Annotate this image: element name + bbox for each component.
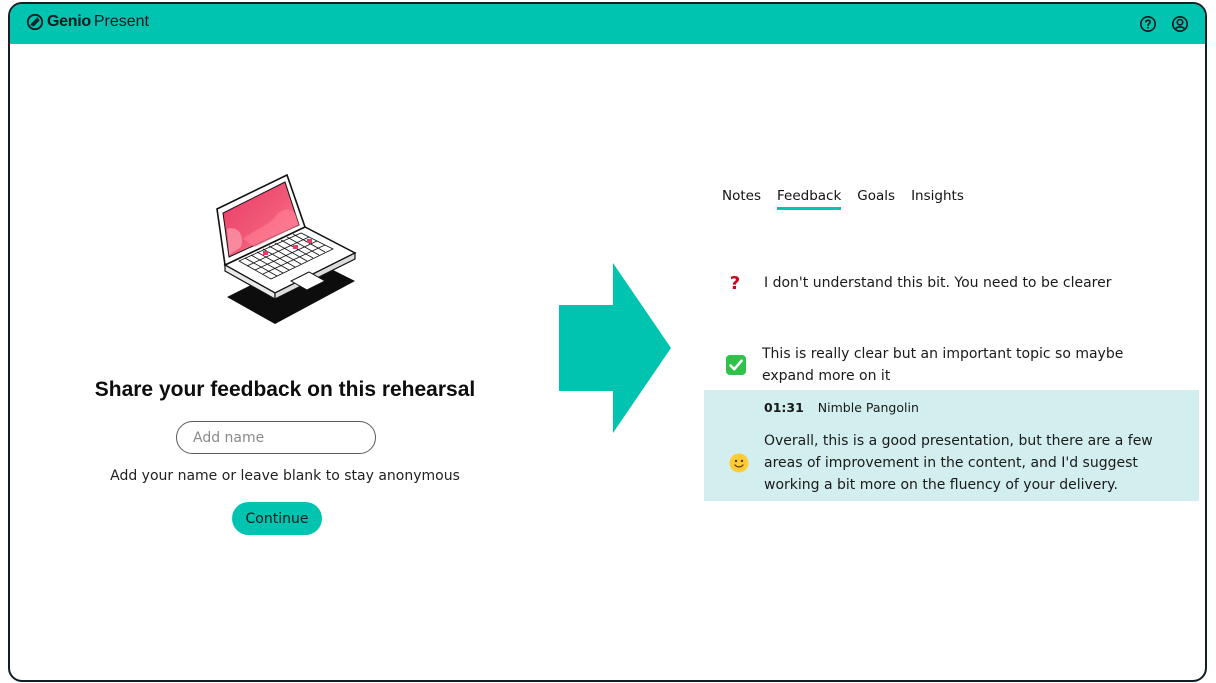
comment-timestamp: 01:31 bbox=[764, 400, 804, 415]
brand-logo[interactable]: Genio Present bbox=[26, 13, 149, 31]
anonymous-hint: Add your name or leave blank to stay ano… bbox=[110, 468, 460, 484]
right-arrow-graphic bbox=[559, 263, 671, 433]
name-input[interactable] bbox=[176, 421, 376, 454]
brand-name-light: Present bbox=[93, 13, 149, 30]
continue-button[interactable]: Continue bbox=[232, 502, 322, 535]
laptop-illustration bbox=[216, 173, 357, 324]
smiley-face-icon bbox=[729, 453, 749, 473]
tab-bar: Notes Feedback Goals Insights bbox=[722, 188, 964, 210]
feedback-item[interactable]: ? I don't understand this bit. You need … bbox=[726, 272, 1112, 294]
help-icon[interactable] bbox=[1139, 15, 1157, 33]
comment-meta: 01:31 Nimble Pangolin bbox=[764, 400, 919, 415]
check-mark-icon bbox=[726, 355, 746, 375]
feedback-item[interactable]: This is really clear but an important to… bbox=[726, 343, 1162, 387]
header-actions bbox=[1139, 15, 1189, 33]
tab-notes[interactable]: Notes bbox=[722, 188, 761, 210]
tab-feedback[interactable]: Feedback bbox=[777, 188, 842, 210]
tab-insights[interactable]: Insights bbox=[911, 188, 964, 210]
share-feedback-title: Share your feedback on this rehearsal bbox=[94, 378, 476, 401]
feedback-text: I don't understand this bit. You need to… bbox=[764, 275, 1112, 291]
brand-name-bold: Genio bbox=[47, 13, 91, 30]
highlighted-comment[interactable]: 01:31 Nimble Pangolin Overall, this is a… bbox=[704, 390, 1199, 501]
top-bar: Genio Present bbox=[10, 4, 1205, 44]
feedback-text: This is really clear but an important to… bbox=[762, 346, 1124, 384]
comment-text: Overall, this is a good presentation, bu… bbox=[764, 433, 1153, 493]
comment-author: Nimble Pangolin bbox=[817, 400, 919, 415]
tab-goals[interactable]: Goals bbox=[857, 188, 895, 210]
app-window: Genio Present Share your feedback on thi… bbox=[8, 2, 1207, 682]
logo-icon bbox=[26, 13, 44, 31]
question-mark-icon: ? bbox=[729, 272, 741, 294]
account-icon[interactable] bbox=[1171, 15, 1189, 33]
